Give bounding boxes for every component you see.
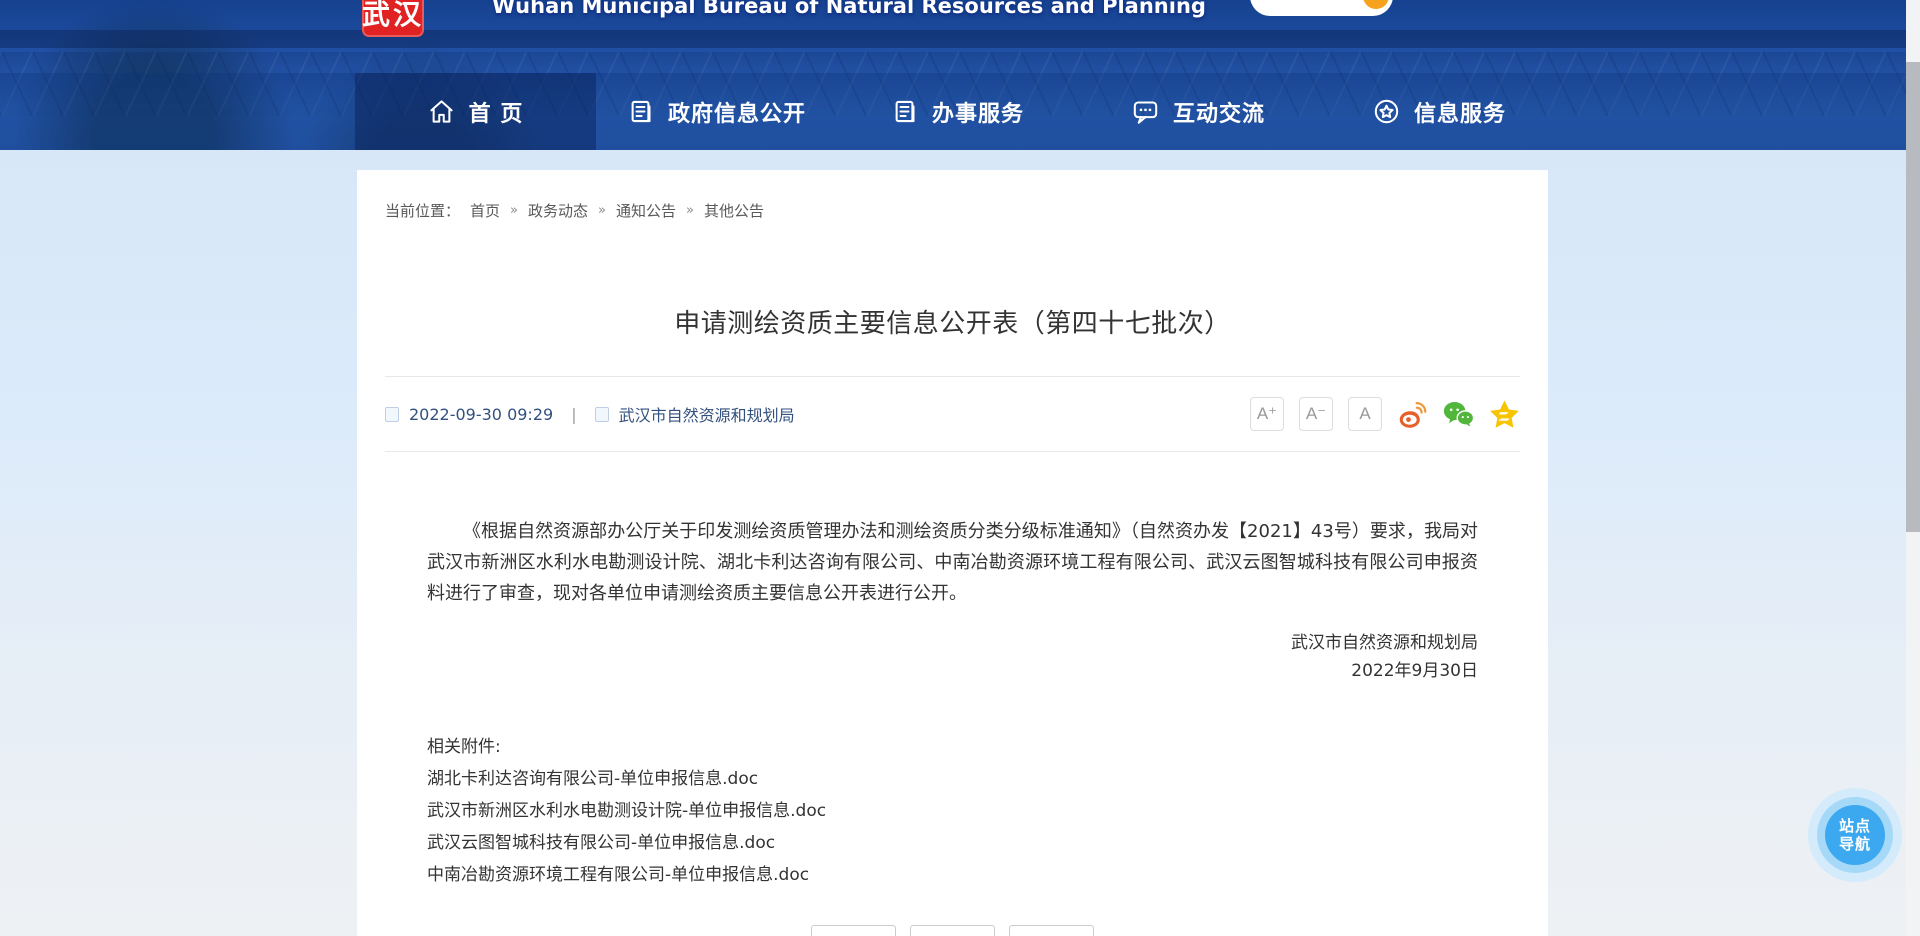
article-body-paragraph: 《根据自然资源部办公厅关于印发测绘资质管理办法和测绘资质分类分级标准通知》（自然… <box>427 516 1478 609</box>
breadcrumb-item-other[interactable]: 其他公告 <box>704 200 764 221</box>
nav-item-gov-info[interactable]: 政府信息公开 <box>596 73 837 150</box>
breadcrumb-separator: » <box>510 203 518 218</box>
search-input[interactable] <box>1250 0 1393 16</box>
breadcrumb-label: 当前位置： <box>385 200 460 221</box>
page-title: 申请测绘资质主要信息公开表（第四十七批次） <box>357 303 1548 340</box>
nav-item-label: 办事服务 <box>932 96 1024 128</box>
document-icon <box>891 98 918 125</box>
site-logo-text: 武汉 <box>362 0 424 33</box>
nav-item-label: 信息服务 <box>1414 96 1506 128</box>
vertical-scrollbar[interactable] <box>1906 0 1920 936</box>
document-icon <box>627 98 654 125</box>
float-button-label-line1: 站点 <box>1839 817 1871 835</box>
nav-item-label: 政府信息公开 <box>668 96 806 128</box>
article-source[interactable]: 武汉市自然资源和规划局 <box>619 402 795 426</box>
breadcrumb-item-news[interactable]: 政务动态 <box>528 200 588 221</box>
qzone-icon[interactable] <box>1489 399 1520 430</box>
clock-icon <box>385 407 399 422</box>
banner-bridge-deck <box>0 30 1920 48</box>
breadcrumb: 当前位置： 首页 » 政务动态 » 通知公告 » 其他公告 <box>357 170 1548 221</box>
float-button-core: 站点 导航 <box>1825 805 1885 865</box>
breadcrumb-separator: » <box>598 203 606 218</box>
download-button[interactable]: 下载 <box>910 925 995 936</box>
weibo-icon[interactable] <box>1397 399 1428 430</box>
nav-item-label: 互动交流 <box>1173 96 1265 128</box>
attachment-link[interactable]: 武汉市新洲区水利水电勘测设计院-单位申报信息.doc <box>427 795 1478 827</box>
attachment-link[interactable]: 中南冶勘资源环境工程有限公司-单位申报信息.doc <box>427 859 1478 891</box>
meta-separator: | <box>571 405 576 424</box>
article-meta-row: 2022-09-30 09:29 | 武汉市自然资源和规划局 A⁺ A⁻ A <box>385 377 1520 452</box>
attachments-label: 相关附件: <box>427 731 1478 763</box>
scrollbar-thumb[interactable] <box>1906 62 1920 532</box>
content-panel: 当前位置： 首页 » 政务动态 » 通知公告 » 其他公告 申请测绘资质主要信息… <box>357 170 1548 936</box>
nav-item-label: 首 页 <box>469 96 524 128</box>
site-title-english: Wuhan Municipal Bureau of Natural Resour… <box>492 0 1206 18</box>
signature-date: 2022年9月30日 <box>427 657 1478 685</box>
site-logo[interactable]: 武汉 <box>362 0 424 37</box>
float-button-label-line2: 导航 <box>1839 835 1871 853</box>
breadcrumb-separator: » <box>686 203 694 218</box>
breadcrumb-item-home[interactable]: 首页 <box>470 200 500 221</box>
search-button[interactable] <box>1363 0 1389 9</box>
site-banner: 武汉 Wuhan Municipal Bureau of Natural Res… <box>0 0 1920 150</box>
home-icon <box>428 98 455 125</box>
attachment-link[interactable]: 武汉云图智城科技有限公司-单位申报信息.doc <box>427 827 1478 859</box>
chat-icon <box>1132 98 1159 125</box>
article-tools: A⁺ A⁻ A <box>1250 397 1520 431</box>
wechat-icon[interactable] <box>1443 399 1474 430</box>
nav-item-info-service[interactable]: 信息服务 <box>1319 73 1560 150</box>
article-actions: 打印 下载 关闭 <box>357 925 1548 936</box>
breadcrumb-item-notices[interactable]: 通知公告 <box>616 200 676 221</box>
publish-time: 2022-09-30 09:29 <box>409 405 553 424</box>
attachments-section: 相关附件: 湖北卡利达咨询有限公司-单位申报信息.doc 武汉市新洲区水利水电勘… <box>427 731 1478 891</box>
signature-org: 武汉市自然资源和规划局 <box>427 629 1478 657</box>
star-icon <box>1373 98 1400 125</box>
print-button[interactable]: 打印 <box>811 925 896 936</box>
main-nav: 首 页 政府信息公开 办事服务 互动交流 <box>0 73 1920 150</box>
font-size-increase-button[interactable]: A⁺ <box>1250 397 1284 431</box>
attachment-link[interactable]: 湖北卡利达咨询有限公司-单位申报信息.doc <box>427 763 1478 795</box>
article-signature: 武汉市自然资源和规划局 2022年9月30日 <box>427 629 1478 685</box>
nav-item-interaction[interactable]: 互动交流 <box>1078 73 1319 150</box>
font-size-decrease-button[interactable]: A⁻ <box>1299 397 1333 431</box>
source-icon <box>595 407 609 422</box>
site-navigation-float-button[interactable]: 站点 导航 <box>1808 788 1902 882</box>
nav-item-services[interactable]: 办事服务 <box>837 73 1078 150</box>
font-size-reset-button[interactable]: A <box>1348 397 1382 431</box>
nav-item-home[interactable]: 首 页 <box>355 73 596 150</box>
close-button[interactable]: 关闭 <box>1009 925 1094 936</box>
